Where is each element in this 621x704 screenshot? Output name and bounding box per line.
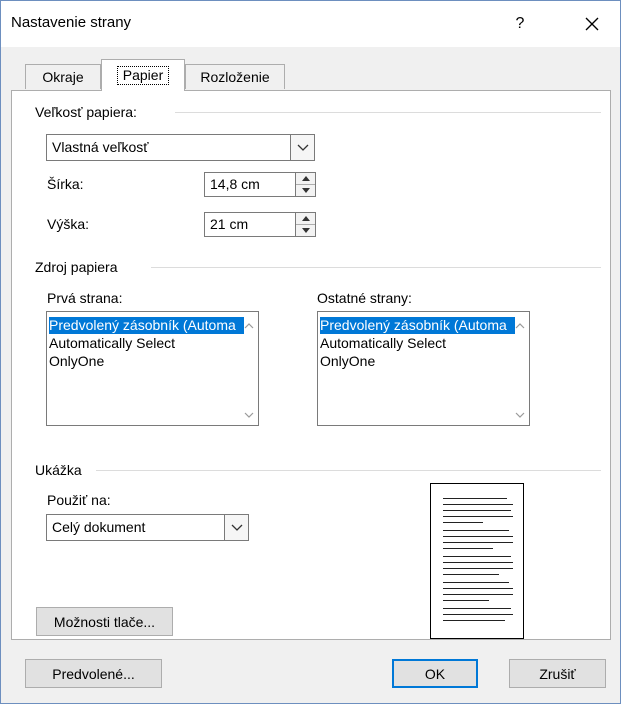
list-item[interactable]: OnlyOne [320, 353, 375, 370]
triangle-down-icon [301, 228, 310, 233]
height-value: 21 cm [210, 216, 249, 232]
width-value: 14,8 cm [210, 176, 260, 192]
page-setup-dialog: Nastavenie strany ? Okraje Papier Rozlož… [0, 0, 621, 704]
tab-paper-label: Papier [116, 66, 170, 85]
list-item[interactable]: OnlyOne [49, 353, 104, 370]
height-spinner-buttons[interactable] [295, 212, 316, 237]
width-spinner[interactable]: 14,8 cm [204, 172, 316, 197]
list-item[interactable]: Automatically Select [49, 335, 175, 352]
height-label: Výška: [47, 216, 90, 232]
help-button[interactable]: ? [497, 1, 543, 47]
print-options-button[interactable]: Možnosti tlače... [36, 607, 173, 636]
width-spinner-buttons[interactable] [295, 172, 316, 197]
title-bar: Nastavenie strany ? [1, 1, 620, 47]
height-decrement-button[interactable] [296, 225, 315, 236]
divider [151, 267, 601, 268]
divider [175, 112, 601, 113]
cancel-button[interactable]: Zrušiť [509, 659, 606, 688]
paper-source-group-label: Zdroj papiera [35, 259, 118, 275]
triangle-down-icon [301, 188, 310, 193]
paper-size-value: Vlastná veľkosť [52, 139, 149, 155]
paper-size-dropdown[interactable]: Vlastná veľkosť [46, 134, 315, 161]
page-preview [430, 483, 524, 639]
print-options-label: Možnosti tlače... [53, 613, 156, 630]
ok-label: OK [424, 665, 446, 682]
paper-size-dropdown-button[interactable] [290, 134, 315, 161]
scroll-down-icon[interactable] [243, 409, 255, 421]
apply-to-label: Použiť na: [47, 492, 111, 508]
divider [96, 470, 601, 471]
dialog-title: Nastavenie strany [11, 14, 132, 31]
height-spinner[interactable]: 21 cm [204, 212, 316, 237]
tab-margins[interactable]: Okraje [25, 64, 101, 89]
list-item[interactable]: Predvolený zásobník (Automa [49, 317, 244, 334]
scroll-up-icon[interactable] [243, 320, 255, 332]
list-item[interactable]: Predvolený zásobník (Automa [320, 317, 515, 334]
other-pages-listbox[interactable]: Predvolený zásobník (Automa Automaticall… [317, 311, 530, 426]
width-increment-button[interactable] [296, 173, 315, 185]
chevron-down-icon [297, 144, 308, 151]
apply-to-dropdown-button[interactable] [224, 514, 249, 541]
tab-layout-label: Rozloženie [200, 69, 270, 85]
scroll-up-icon[interactable] [514, 320, 526, 332]
close-icon [585, 17, 599, 31]
close-button[interactable] [567, 1, 617, 47]
triangle-up-icon [301, 176, 310, 181]
cancel-label: Zrušiť [539, 665, 576, 682]
triangle-up-icon [301, 216, 310, 221]
width-decrement-button[interactable] [296, 185, 315, 196]
first-page-label: Prvá strana: [47, 290, 123, 306]
apply-to-value: Celý dokument [52, 519, 146, 535]
tab-margins-label: Okraje [42, 69, 84, 85]
set-default-label: Predvolené... [52, 665, 135, 682]
other-pages-label: Ostatné strany: [317, 290, 412, 306]
list-item[interactable]: Automatically Select [320, 335, 446, 352]
help-icon: ? [515, 15, 525, 32]
first-page-listbox[interactable]: Predvolený zásobník (Automa Automaticall… [46, 311, 259, 426]
scroll-down-icon[interactable] [514, 409, 526, 421]
height-increment-button[interactable] [296, 213, 315, 225]
paper-size-group-label: Veľkosť papiera: [35, 104, 137, 120]
apply-to-dropdown[interactable]: Celý dokument [46, 514, 249, 541]
tab-paper[interactable]: Papier [101, 59, 185, 91]
chevron-down-icon [231, 524, 242, 531]
set-default-button[interactable]: Predvolené... [25, 659, 162, 688]
preview-group-label: Ukážka [35, 462, 82, 478]
tab-layout[interactable]: Rozloženie [185, 64, 285, 89]
ok-button[interactable]: OK [392, 659, 478, 688]
width-label: Šírka: [47, 176, 84, 192]
